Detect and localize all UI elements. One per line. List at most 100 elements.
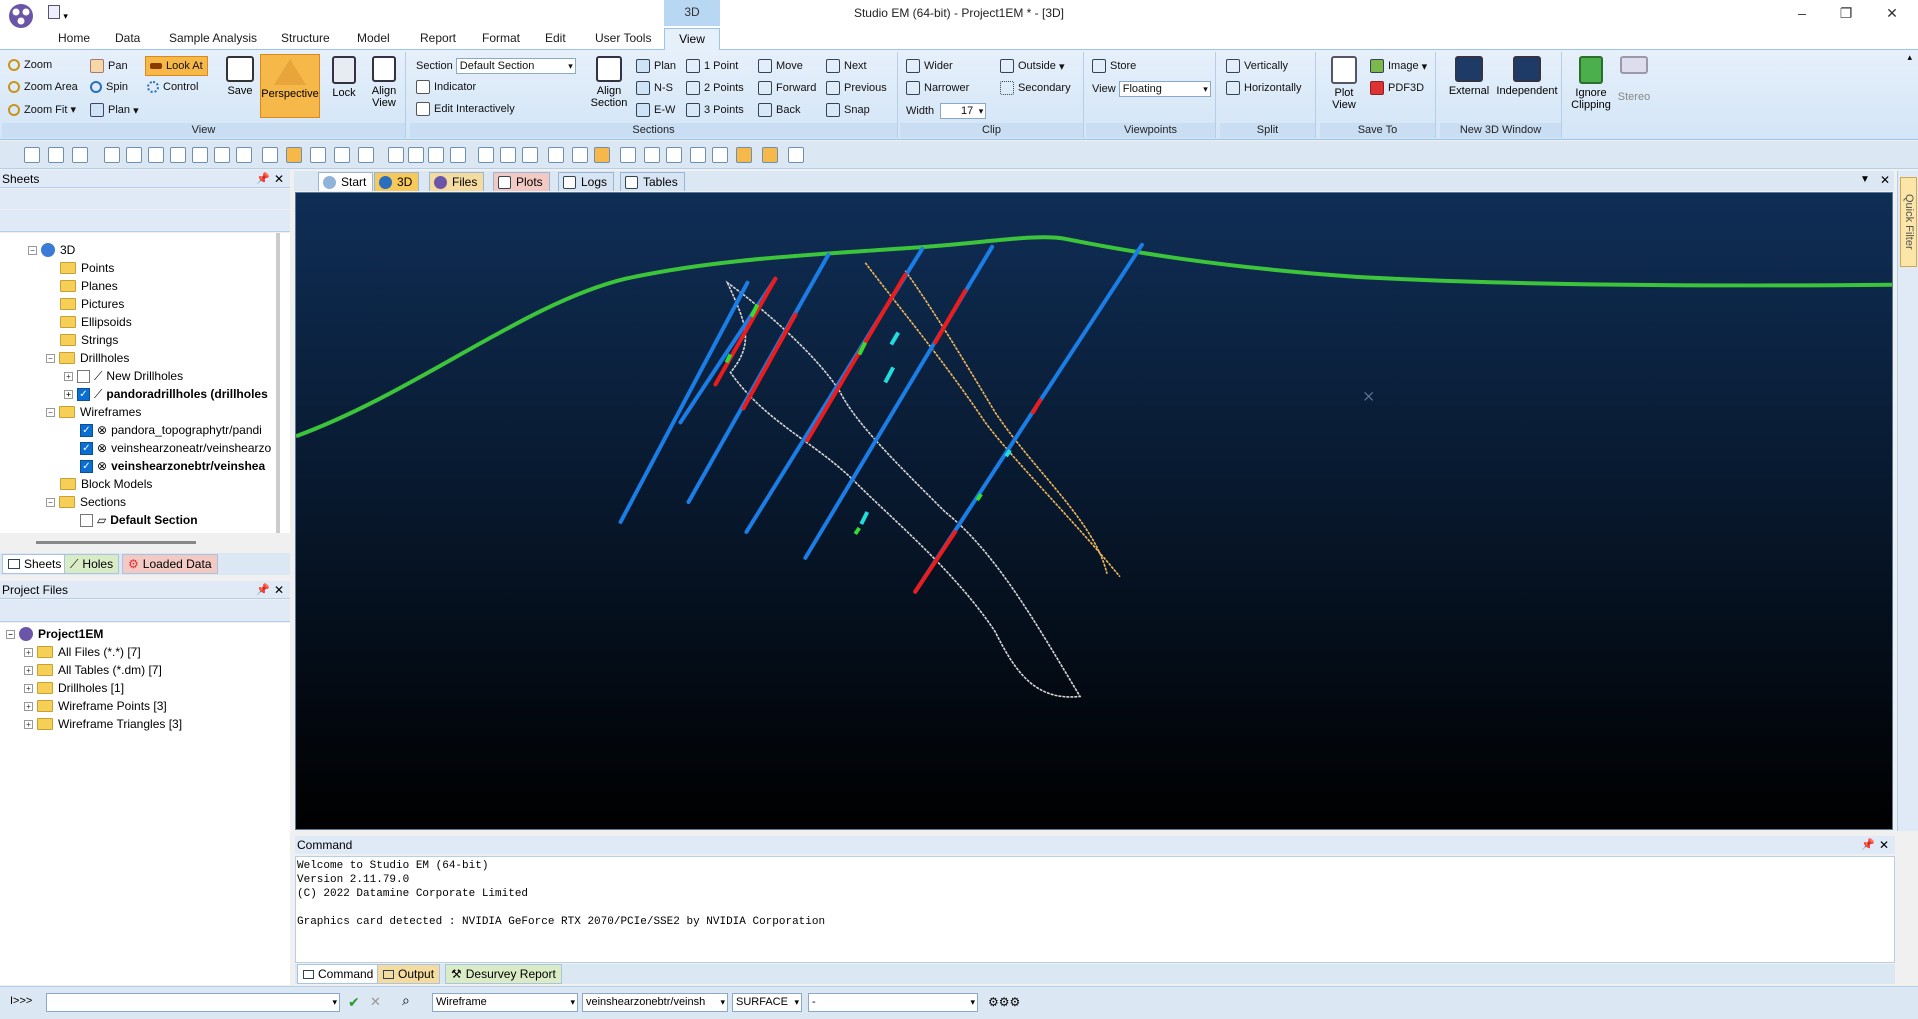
project-item-drillholes[interactable]: + Drillholes [1] bbox=[24, 679, 124, 697]
split-horizontally-button[interactable]: Horizontally bbox=[1226, 81, 1301, 95]
section-dropdown[interactable]: Default Section bbox=[455, 58, 576, 74]
pin-icon[interactable]: 📌 bbox=[256, 581, 270, 599]
pin-icon[interactable]: 📌 bbox=[256, 170, 270, 188]
checked-checkbox[interactable]: ✓ bbox=[80, 459, 93, 473]
tree-node-strings[interactable]: Strings bbox=[60, 331, 118, 349]
checked-checkbox[interactable]: ✓ bbox=[77, 387, 90, 401]
tab-home[interactable]: Home bbox=[58, 31, 90, 45]
doc-tab-3d[interactable]: 3D bbox=[374, 172, 420, 191]
split-vertically-button[interactable]: Vertically bbox=[1226, 59, 1288, 73]
view-toolbar-tool-icon[interactable] bbox=[620, 147, 636, 163]
view-toolbar-tool-icon[interactable] bbox=[478, 147, 494, 163]
sheets-horizontal-scrollbar[interactable] bbox=[0, 538, 290, 548]
external-window-button[interactable]: External bbox=[1442, 56, 1496, 97]
view-toolbar-tool-icon[interactable] bbox=[500, 147, 516, 163]
tab-data[interactable]: Data bbox=[115, 31, 140, 45]
tab-desurvey-report[interactable]: ⚒ Desurvey Report bbox=[445, 964, 562, 984]
expand-icon[interactable]: + bbox=[64, 389, 73, 399]
narrower-button[interactable]: Narrower bbox=[906, 81, 969, 95]
restore-button[interactable]: ❐ bbox=[1834, 3, 1858, 23]
section-ns-button[interactable]: N-S bbox=[636, 81, 673, 95]
tab-report[interactable]: Report bbox=[420, 31, 456, 45]
close-icon[interactable]: ✕ bbox=[274, 170, 284, 188]
collapse-icon[interactable]: − bbox=[46, 353, 55, 363]
cancel-command-icon[interactable]: ✕ bbox=[370, 994, 381, 1010]
tab-list-dropdown-icon[interactable]: ▼ bbox=[1860, 174, 1870, 185]
tab-user-tools[interactable]: User Tools bbox=[595, 31, 651, 45]
plot-view-button[interactable]: Plot View bbox=[1324, 56, 1364, 111]
lock-button[interactable]: Lock bbox=[324, 56, 364, 99]
project-item-wireframe-triangles[interactable]: + Wireframe Triangles [3] bbox=[24, 715, 182, 733]
unchecked-checkbox[interactable] bbox=[80, 513, 93, 527]
command-input[interactable] bbox=[46, 993, 340, 1012]
close-icon[interactable]: ✕ bbox=[274, 581, 284, 599]
expand-icon[interactable]: + bbox=[24, 665, 33, 675]
expand-icon[interactable]: + bbox=[24, 647, 33, 657]
view-toolbar-tool-icon[interactable] bbox=[572, 147, 588, 163]
view-toolbar-tool-icon[interactable] bbox=[408, 147, 424, 163]
pin-icon[interactable]: 📌 bbox=[1861, 836, 1875, 854]
tree-node-pandora-drillholes[interactable]: + ✓ ⟋ pandoradrillholes (drillholes bbox=[64, 385, 268, 403]
tree-node-planes[interactable]: Planes bbox=[60, 277, 118, 295]
control-button[interactable]: Control bbox=[147, 81, 198, 93]
view-toolbar-tool-icon[interactable] bbox=[788, 147, 804, 163]
tab-command[interactable]: Command bbox=[297, 964, 380, 984]
doc-tab-start[interactable]: Start bbox=[318, 172, 374, 191]
forward-button[interactable]: Forward bbox=[758, 81, 816, 95]
run-command-icon[interactable]: ✔ bbox=[348, 994, 360, 1011]
section-plan-button[interactable]: Plan bbox=[636, 59, 676, 73]
collapse-icon[interactable]: − bbox=[6, 629, 15, 639]
viewpoint-selector[interactable]: View Floating bbox=[1092, 81, 1211, 97]
tab-edit[interactable]: Edit bbox=[545, 31, 566, 45]
view-toolbar-tool-icon[interactable] bbox=[522, 147, 538, 163]
one-point-button[interactable]: 1 Point bbox=[686, 59, 738, 73]
section-ew-button[interactable]: E-W bbox=[636, 103, 675, 117]
collapse-icon[interactable]: − bbox=[46, 497, 55, 507]
tree-vertical-scrollbar[interactable] bbox=[276, 233, 280, 533]
view-toolbar-tool-icon[interactable] bbox=[428, 147, 444, 163]
viewpoint-dropdown[interactable]: Floating bbox=[1118, 81, 1211, 97]
surface-dropdown[interactable]: SURFACE bbox=[732, 993, 802, 1012]
save-image-button[interactable]: Image ▾ bbox=[1370, 59, 1427, 73]
zoom-fit-button[interactable]: Zoom Fit ▾ bbox=[8, 103, 76, 116]
clip-width-input[interactable]: 17 bbox=[940, 103, 987, 119]
tab-format[interactable]: Format bbox=[482, 31, 520, 45]
spin-button[interactable]: Spin bbox=[90, 81, 128, 93]
minimize-button[interactable]: – bbox=[1790, 3, 1814, 23]
tab-sheets[interactable]: Sheets bbox=[2, 554, 68, 574]
view-toolbar-tool-icon[interactable] bbox=[236, 147, 252, 163]
expand-icon[interactable]: + bbox=[24, 701, 33, 711]
wider-button[interactable]: Wider bbox=[906, 59, 953, 73]
next-section-button[interactable]: Next bbox=[826, 59, 867, 73]
3d-viewport[interactable] bbox=[295, 192, 1893, 830]
plan-view-button[interactable]: Plan ▾ bbox=[90, 103, 139, 117]
view-toolbar-tool-icon[interactable] bbox=[762, 147, 778, 163]
selection-tools-icon[interactable]: ⚙⚙⚙ bbox=[988, 995, 1020, 1009]
view-toolbar-tool-icon[interactable] bbox=[690, 147, 706, 163]
secondary-button[interactable]: Secondary bbox=[1000, 81, 1071, 95]
tree-node-pictures[interactable]: Pictures bbox=[60, 295, 124, 313]
doc-tab-plots[interactable]: Plots bbox=[493, 172, 550, 191]
stereo-button[interactable]: Stereo bbox=[1614, 56, 1654, 103]
view-toolbar-tool-icon[interactable] bbox=[712, 147, 728, 163]
view-toolbar-tool-icon[interactable] bbox=[104, 147, 120, 163]
tab-view[interactable]: View bbox=[664, 28, 720, 51]
edit-interactively-button[interactable]: Edit Interactively bbox=[416, 102, 515, 116]
tree-node-wireframe-veinshearzoneb[interactable]: ✓ ⊗ veinshearzonebtr/veinshea bbox=[80, 457, 265, 475]
previous-section-button[interactable]: Previous bbox=[826, 81, 887, 95]
move-section-button[interactable]: Move bbox=[758, 59, 803, 73]
tab-holes[interactable]: ⟋ Holes bbox=[64, 554, 120, 574]
project-item-all-tables[interactable]: + All Tables (*.dm) [7] bbox=[24, 661, 162, 679]
close-button[interactable]: ✕ bbox=[1880, 3, 1904, 23]
tree-node-wireframe-topography[interactable]: ✓ ⊗ pandora_topographytr/pandi bbox=[80, 421, 262, 439]
ribbon-collapse-icon[interactable]: ▴ bbox=[1907, 52, 1912, 63]
back-button[interactable]: Back bbox=[758, 103, 800, 117]
pan-button[interactable]: Pan bbox=[90, 59, 128, 73]
view-toolbar-tool-icon[interactable] bbox=[192, 147, 208, 163]
view-toolbar-tool-icon[interactable] bbox=[262, 147, 278, 163]
view-toolbar-tool-icon[interactable] bbox=[126, 147, 142, 163]
tree-node-ellipsoids[interactable]: Ellipsoids bbox=[60, 313, 132, 331]
tree-node-drillholes[interactable]: − Drillholes bbox=[46, 349, 129, 367]
view-toolbar-tool-icon[interactable] bbox=[450, 147, 466, 163]
indicator-toggle[interactable]: Indicator bbox=[416, 80, 476, 94]
